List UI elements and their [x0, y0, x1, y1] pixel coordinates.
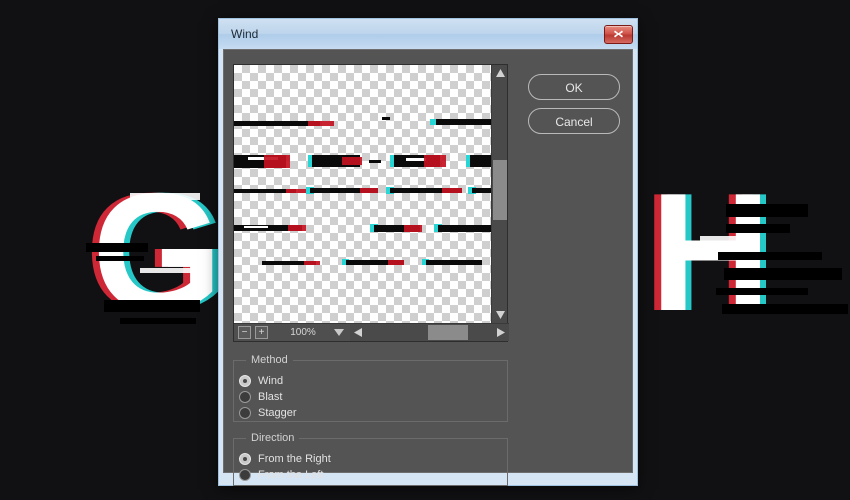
dialog-titlebar[interactable]: Wind: [219, 19, 637, 49]
action-buttons: OK Cancel: [528, 74, 620, 142]
zoom-dropdown-button[interactable]: [332, 326, 346, 340]
radio-method-blast[interactable]: Blast: [239, 389, 507, 405]
radio-label: Stagger: [258, 407, 297, 419]
cancel-button[interactable]: Cancel: [528, 108, 620, 134]
radio-direction-from-the-left[interactable]: From the Left: [239, 467, 507, 483]
radio-method-wind[interactable]: Wind: [239, 373, 507, 389]
wind-filter-dialog: Wind − + 100% OK Cancel Method Wind Blas…: [218, 18, 638, 486]
triangle-left-icon: [354, 328, 362, 337]
glitch-letter-h: H H H: [643, 168, 777, 336]
preview-canvas[interactable]: [234, 65, 492, 323]
radio-label: Blast: [258, 391, 283, 403]
radio-selected-icon: [239, 375, 251, 387]
dialog-title: Wind: [231, 27, 259, 41]
horizontal-scroll-thumb[interactable]: [428, 325, 468, 340]
scroll-up-button[interactable]: [492, 65, 508, 81]
preview-horizontal-scrollbar[interactable]: [350, 324, 509, 341]
ok-button[interactable]: OK: [528, 74, 620, 100]
preview-zoom-bar: − + 100%: [234, 323, 509, 341]
radio-unselected-icon: [239, 391, 251, 403]
radio-label: From the Left: [258, 469, 324, 481]
zoom-out-button[interactable]: −: [238, 326, 251, 339]
triangle-up-icon: [495, 69, 505, 77]
glitch-letter-g: G G G: [85, 168, 229, 336]
vertical-scroll-thumb[interactable]: [493, 160, 507, 220]
radio-method-stagger[interactable]: Stagger: [239, 405, 507, 421]
glitch-letter-g-base: G: [92, 158, 223, 346]
triangle-down-icon: [495, 311, 505, 319]
glitch-letter-h-base: H: [650, 158, 771, 346]
preview-panel: − + 100%: [233, 64, 509, 342]
direction-groupbox: Direction From the Right From the Left: [233, 432, 508, 486]
direction-legend: Direction: [246, 432, 300, 444]
scroll-right-button[interactable]: [493, 324, 509, 341]
scroll-left-button[interactable]: [350, 324, 366, 341]
close-button[interactable]: [604, 24, 633, 44]
close-x-icon: [614, 30, 623, 38]
radio-label: Wind: [258, 375, 284, 387]
radio-unselected-icon: [239, 469, 251, 481]
chevron-down-icon: [334, 329, 344, 336]
triangle-right-icon: [497, 328, 505, 337]
zoom-in-button[interactable]: +: [255, 326, 268, 339]
preview-vertical-scrollbar[interactable]: [491, 65, 507, 323]
radio-label: From the Right: [258, 453, 331, 465]
radio-selected-icon: [239, 453, 251, 465]
method-legend: Method: [246, 354, 293, 366]
zoom-level-value: 100%: [290, 327, 316, 338]
method-groupbox: Method Wind Blast Stagger: [233, 354, 508, 422]
dialog-body: − + 100% OK Cancel Method Wind Blast Sta…: [223, 49, 633, 486]
radio-unselected-icon: [239, 407, 251, 419]
radio-direction-from-the-right[interactable]: From the Right: [239, 451, 507, 467]
scroll-down-button[interactable]: [492, 307, 508, 323]
